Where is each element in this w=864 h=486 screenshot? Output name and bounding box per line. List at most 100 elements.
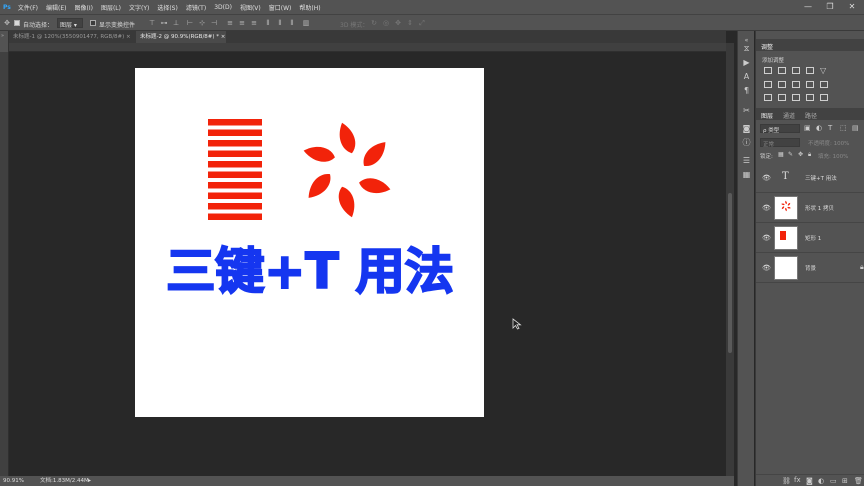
filter-pixel-icon[interactable]: ▣ xyxy=(804,124,811,132)
posterize-icon[interactable] xyxy=(778,94,786,101)
history-icon[interactable]: ⧖ xyxy=(741,43,752,54)
paragraph-icon[interactable]: ¶ xyxy=(741,85,752,96)
tab-document-2[interactable]: 未标题-2 @ 90.9%(RGB/8#) * × xyxy=(136,31,226,43)
tab-channels[interactable]: 通道 xyxy=(783,111,795,120)
channel-mixer-icon[interactable] xyxy=(820,81,828,88)
scrollbar-thumb[interactable] xyxy=(728,193,732,353)
filter-type-icon[interactable]: T xyxy=(828,124,832,132)
info-icon[interactable]: ⓘ xyxy=(741,137,752,148)
threshold-icon[interactable] xyxy=(792,94,800,101)
move-tool-icon[interactable]: ✥ xyxy=(3,19,11,27)
fill-field[interactable]: 填充: 100% xyxy=(818,152,848,160)
opacity-field[interactable]: 不透明度: 100% xyxy=(808,139,849,147)
zoom-level[interactable]: 90.91% xyxy=(3,476,24,486)
restore-button[interactable]: ❐ xyxy=(822,0,838,14)
adjustments-tab[interactable]: 调整 xyxy=(761,42,773,51)
headline-text[interactable]: 三键+T 用法 xyxy=(165,242,455,301)
lock-image-icon[interactable]: ✎ xyxy=(788,151,793,158)
lock-transparent-icon[interactable]: ▦ xyxy=(778,151,784,158)
layer-row-background[interactable]: 👁︎ 背景 🔒︎ xyxy=(756,253,864,283)
selective-color-icon[interactable] xyxy=(806,94,814,101)
filter-shape-icon[interactable]: ⬚ xyxy=(840,124,847,132)
add-mask-icon[interactable]: ◙ xyxy=(806,477,813,485)
blend-mode-dropdown[interactable]: 正常 xyxy=(760,138,800,148)
distribute-hcenter-icon[interactable]: ⫴ xyxy=(276,19,284,27)
tools-preset-icon[interactable]: ✂ xyxy=(741,105,752,116)
new-layer-icon[interactable]: ⊞ xyxy=(842,477,848,485)
menu-view[interactable]: 视图(V) xyxy=(236,3,265,12)
distribute-vcenter-icon[interactable]: ≡ xyxy=(238,19,246,27)
brightness-icon[interactable] xyxy=(764,67,772,74)
align-vcenter-icon[interactable]: ⊶ xyxy=(160,19,168,27)
levels-icon[interactable] xyxy=(778,67,786,74)
auto-select-checkbox[interactable] xyxy=(14,20,20,26)
tab-paths[interactable]: 路径 xyxy=(805,111,817,120)
tab-layers[interactable]: 图层 xyxy=(761,111,773,120)
striped-rectangle-shape[interactable] xyxy=(208,119,262,220)
filter-smart-icon[interactable]: ▤ xyxy=(852,124,859,132)
auto-align-icon[interactable]: ▥ xyxy=(302,19,310,27)
gradient-icon[interactable]: ▦ xyxy=(741,169,752,180)
visibility-eye-icon[interactable]: 👁︎ xyxy=(762,174,771,182)
layer-kind-filter[interactable]: ρ 类型 xyxy=(760,124,800,134)
slide-3d-icon[interactable]: ⇕ xyxy=(406,19,414,27)
tools-collapse-icon[interactable]: » xyxy=(1,33,4,39)
lock-position-icon[interactable]: ✥ xyxy=(798,151,803,158)
show-transform-checkbox[interactable] xyxy=(90,20,96,26)
menu-window[interactable]: 窗口(W) xyxy=(265,3,296,12)
layer-name[interactable]: 背景 xyxy=(805,264,816,272)
minimize-button[interactable]: — xyxy=(800,0,816,14)
align-left-icon[interactable]: ⊢ xyxy=(186,19,194,27)
status-menu-icon[interactable]: ▸ xyxy=(88,476,91,486)
layer-row-flower[interactable]: 👁︎ 形状 1 拷贝 xyxy=(756,193,864,223)
menu-help[interactable]: 帮助(H) xyxy=(295,3,324,12)
distribute-bottom-icon[interactable]: ≡ xyxy=(250,19,258,27)
align-right-icon[interactable]: ⊣ xyxy=(210,19,218,27)
tab-document-1[interactable]: 未标题-1 @ 120%(3550901477, RGB/8#) × xyxy=(9,31,135,43)
character-icon[interactable]: A xyxy=(741,71,752,82)
layer-name[interactable]: 形状 1 拷贝 xyxy=(805,204,834,212)
menu-3d[interactable]: 3D(D) xyxy=(210,4,236,11)
distribute-right-icon[interactable]: ⫴ xyxy=(288,19,296,27)
flower-shape[interactable] xyxy=(302,121,392,220)
play-action-icon[interactable]: ▶ xyxy=(741,57,752,68)
color-balance-icon[interactable] xyxy=(778,81,786,88)
properties-icon[interactable]: ◙ xyxy=(741,123,752,134)
exposure-icon[interactable] xyxy=(806,67,814,74)
menu-edit[interactable]: 编辑(E) xyxy=(42,3,70,12)
align-top-icon[interactable]: ⊤ xyxy=(148,19,156,27)
menu-layer[interactable]: 图层(L) xyxy=(97,3,125,12)
invert-icon[interactable] xyxy=(764,94,772,101)
visibility-eye-icon[interactable]: 👁︎ xyxy=(762,204,771,212)
menu-select[interactable]: 选择(S) xyxy=(153,3,182,12)
menu-file[interactable]: 文件(F) xyxy=(14,3,42,12)
distribute-left-icon[interactable]: ⫴ xyxy=(264,19,272,27)
vertical-scrollbar[interactable] xyxy=(726,43,734,476)
align-bottom-icon[interactable]: ⊥ xyxy=(172,19,180,27)
layer-name[interactable]: 矩形 1 xyxy=(805,234,821,242)
menu-type[interactable]: 文字(Y) xyxy=(125,3,153,12)
layer-name[interactable]: 三键+T 用法 xyxy=(805,174,837,182)
rotate-3d-icon[interactable]: ↻ xyxy=(370,19,378,27)
photo-filter-icon[interactable] xyxy=(806,81,814,88)
scale-3d-icon[interactable]: ⤢ xyxy=(418,19,426,27)
black-white-icon[interactable] xyxy=(792,81,800,88)
drag-3d-icon[interactable]: ✥ xyxy=(394,19,402,27)
visibility-eye-icon[interactable]: 👁︎ xyxy=(762,234,771,242)
visibility-eye-icon[interactable]: 👁︎ xyxy=(762,264,771,272)
new-adjustment-icon[interactable]: ◐ xyxy=(818,477,824,485)
distribute-top-icon[interactable]: ≡ xyxy=(226,19,234,27)
layer-style-icon[interactable]: fx xyxy=(794,476,801,484)
adjustments-icon[interactable]: ☰ xyxy=(741,155,752,166)
vibrance-icon[interactable]: ▽ xyxy=(820,66,826,75)
layer-row-stripes[interactable]: 👁︎ 矩形 1 xyxy=(756,223,864,253)
menu-filter[interactable]: 滤镜(T) xyxy=(182,3,210,12)
delete-layer-icon[interactable]: 🗑︎ xyxy=(854,477,863,485)
layer-row-text[interactable]: 👁︎ T 三键+T 用法 xyxy=(756,163,864,193)
close-window-button[interactable]: ✕ xyxy=(844,0,860,14)
link-layers-icon[interactable]: ⛓︎ xyxy=(782,477,791,485)
document-canvas[interactable]: 三键+T 用法 xyxy=(135,68,484,417)
lock-all-icon[interactable]: 🔒︎ xyxy=(808,151,811,159)
menu-image[interactable]: 图像(I) xyxy=(71,3,97,12)
new-group-icon[interactable]: ▭ xyxy=(830,477,837,485)
